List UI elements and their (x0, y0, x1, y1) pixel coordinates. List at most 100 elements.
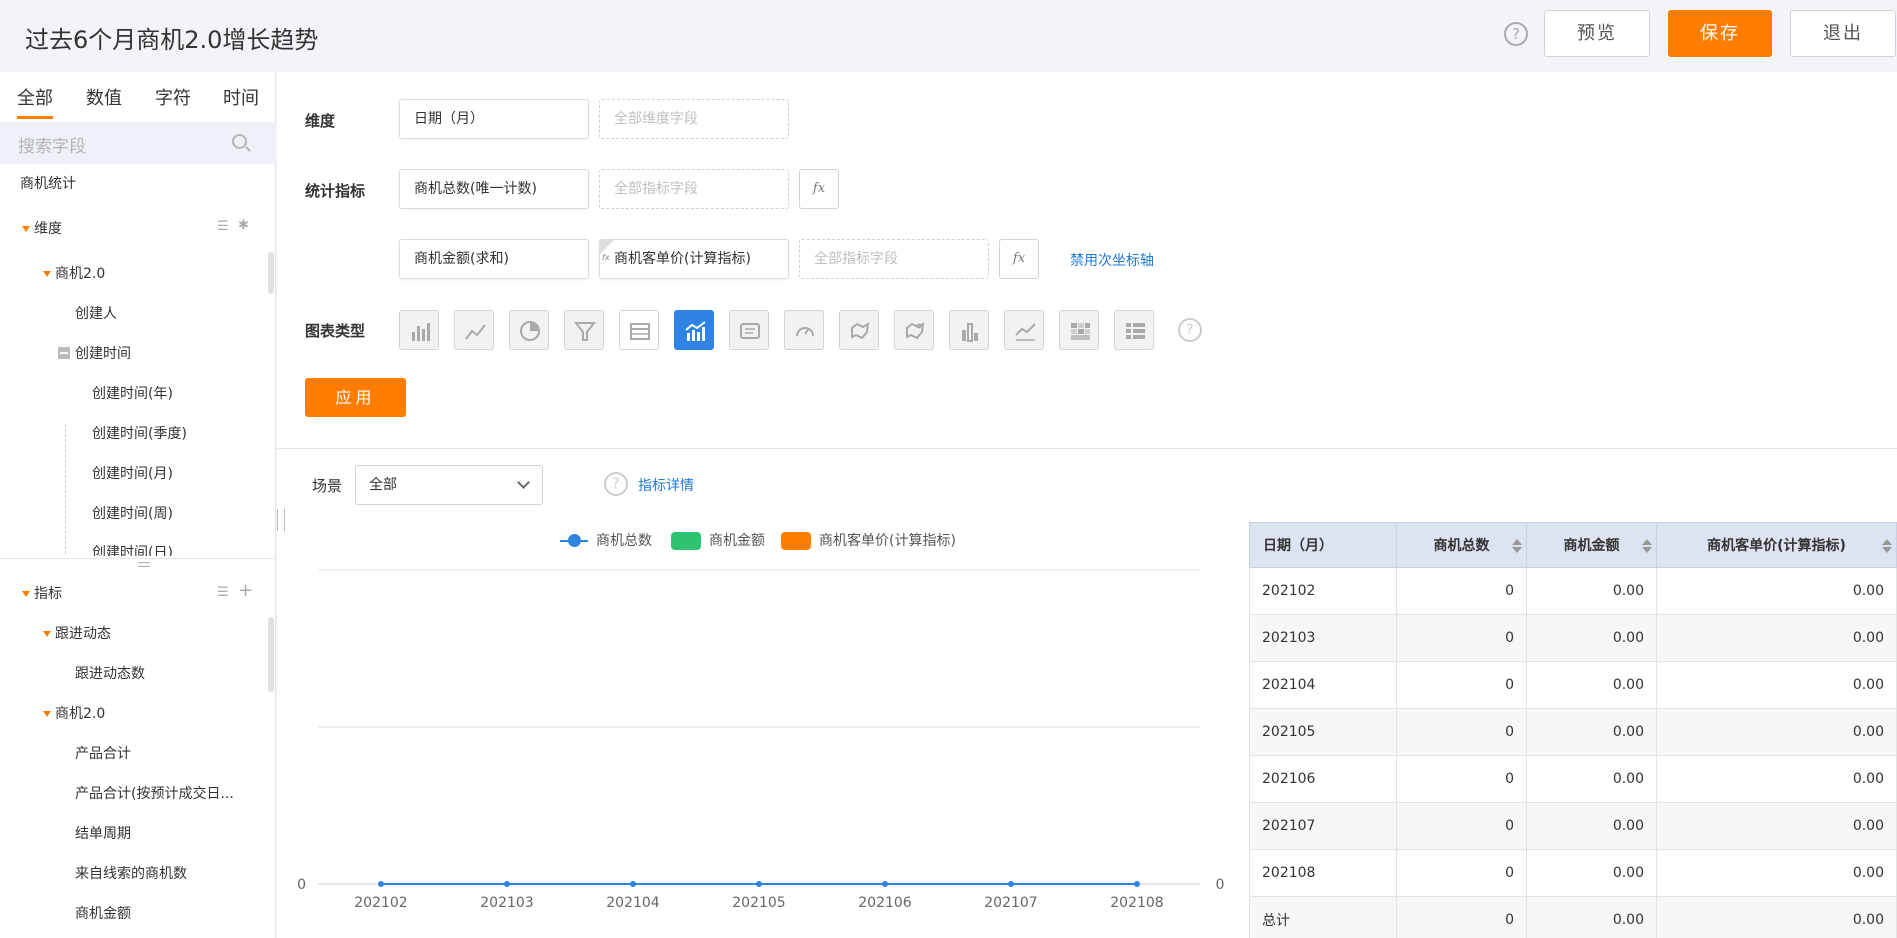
chart-type-help-icon[interactable]: ? (1178, 318, 1202, 342)
help-icon[interactable]: ? (1504, 22, 1528, 46)
field-create-time-week[interactable]: 创建时间(周) (92, 503, 173, 523)
dimension-dropzone[interactable]: 全部维度字段 (599, 99, 789, 139)
followup-group[interactable]: 跟进动态 (43, 623, 111, 643)
dimension-subgroup[interactable]: 商机2.0 (43, 263, 105, 283)
dimension-field[interactable]: 日期（月） (399, 99, 589, 139)
table-icon[interactable] (619, 310, 659, 350)
scene-select[interactable]: 全部 (355, 465, 543, 505)
apply-button[interactable]: 应用 (305, 378, 406, 417)
x-axis-tick-label: 202105 (732, 895, 785, 911)
metric-field-unit-price-label: 商机客单价(计算指标) (614, 251, 751, 267)
field-create-time-quarter[interactable]: 创建时间(季度) (92, 423, 187, 443)
metric-dropzone-2[interactable]: 全部指标字段 (799, 239, 989, 279)
sort-icon[interactable]: ☰ (217, 219, 229, 234)
tab-string[interactable]: 字符 (155, 84, 191, 110)
field-product-total-by-date[interactable]: 产品合计(按预计成交日... (75, 783, 234, 803)
table-cell: 0.00 (1656, 614, 1897, 662)
field-create-time[interactable]: 创建时间 (58, 343, 131, 363)
table-row: 202108 0 0.00 0.00 (1249, 849, 1897, 897)
add-icon[interactable]: + (238, 580, 253, 601)
area-chart-icon[interactable] (1004, 310, 1044, 350)
bar-chart-icon[interactable] (399, 310, 439, 350)
column-header-label: 商机金额 (1563, 538, 1620, 554)
sort-icon[interactable]: ☰ (217, 585, 229, 600)
tab-numeric[interactable]: 数值 (86, 84, 122, 110)
heatmap-icon[interactable] (1059, 310, 1099, 350)
funnel-chart-icon[interactable] (564, 310, 604, 350)
table-row: 202103 0 0.00 0.00 (1249, 614, 1897, 662)
resize-handle[interactable] (277, 509, 285, 531)
field-creator[interactable]: 创建人 (75, 303, 117, 323)
table-cell: 0 (1396, 661, 1527, 709)
metric-details-link[interactable]: 指标详情 (638, 475, 694, 495)
column-header-date[interactable]: 日期（月） (1249, 522, 1397, 568)
fx-icon: fx (602, 253, 610, 262)
exit-button[interactable]: 退出 (1790, 10, 1896, 57)
map-icon[interactable] (839, 310, 879, 350)
tab-time[interactable]: 时间 (223, 84, 259, 110)
field-from-leads[interactable]: 来自线索的商机数 (75, 863, 187, 883)
text-card-icon[interactable] (729, 310, 769, 350)
chevron-down-icon (517, 476, 530, 489)
field-followup-count[interactable]: 跟进动态数 (75, 663, 145, 683)
stacked-bar-icon[interactable] (949, 310, 989, 350)
tab-all[interactable]: 全部 (17, 84, 53, 119)
legend-line-marker (560, 534, 588, 547)
caret-down-icon[interactable] (22, 591, 30, 597)
table-cell: 0.00 (1526, 614, 1657, 662)
table-cell: 0.00 (1526, 896, 1657, 938)
metric-field-amount[interactable]: 商机金额(求和) (399, 239, 589, 279)
gauge-icon[interactable] (784, 310, 824, 350)
dimension-scrollbar[interactable] (268, 252, 274, 294)
preview-button[interactable]: 预览 (1544, 10, 1650, 57)
gear-icon[interactable]: ✱ (238, 218, 249, 233)
combo-chart-icon[interactable] (674, 310, 714, 350)
metric-field-unit-price[interactable]: fx 商机客单价(计算指标) (599, 239, 789, 279)
dimension-group[interactable]: 维度 (22, 218, 62, 238)
metric-field-count[interactable]: 商机总数(唯一计数) (399, 169, 589, 209)
formula-button-2[interactable]: fx (999, 239, 1039, 279)
formula-button[interactable]: fx (799, 169, 839, 209)
table-cell: 202108 (1249, 849, 1397, 897)
stacked-bar-icon-glyph (962, 323, 978, 342)
field-product-total[interactable]: 产品合计 (75, 743, 131, 763)
disable-secondary-axis-link[interactable]: 禁用次坐标轴 (1070, 250, 1154, 270)
table-cell: 0.00 (1656, 708, 1897, 756)
column-header-amount[interactable]: 商机金额 (1526, 522, 1657, 568)
collapse-icon[interactable] (58, 347, 70, 359)
legend-item-amount[interactable]: 商机金额 (671, 530, 765, 550)
column-header-unit-price[interactable]: 商机客单价(计算指标) (1656, 522, 1897, 568)
field-create-time-day[interactable]: 创建时间(日) (92, 542, 173, 556)
metric-group[interactable]: 指标 (22, 583, 62, 603)
field-create-time-year[interactable]: 创建时间(年) (92, 383, 173, 403)
legend-item-unit-price[interactable]: 商机客单价(计算指标) (781, 530, 956, 550)
legend-box-marker (781, 532, 811, 550)
metric-subgroup-label: 商机2.0 (55, 706, 106, 722)
data-point (504, 881, 510, 887)
caret-down-icon[interactable] (43, 271, 51, 277)
metric-dropzone[interactable]: 全部指标字段 (599, 169, 789, 209)
pie-chart-icon[interactable] (509, 310, 549, 350)
column-header-total-count[interactable]: 商机总数 (1396, 522, 1527, 568)
caret-down-icon[interactable] (22, 226, 30, 232)
field-close-cycle[interactable]: 结单周期 (75, 823, 131, 843)
metric-help-icon[interactable]: ? (604, 472, 628, 496)
field-opportunity-amount[interactable]: 商机金额 (75, 903, 131, 923)
table-cell: 0 (1396, 755, 1527, 803)
resize-handle[interactable] (138, 562, 150, 567)
save-button[interactable]: 保存 (1668, 10, 1772, 57)
metric-scrollbar[interactable] (268, 617, 274, 692)
search-icon[interactable] (232, 134, 247, 149)
pivot-table-icon[interactable] (1114, 310, 1154, 350)
scatter-map-icon[interactable] (894, 310, 934, 350)
caret-down-icon[interactable] (43, 631, 51, 637)
field-search[interactable]: 搜索字段 (0, 122, 276, 164)
caret-down-icon[interactable] (43, 711, 51, 717)
data-point (378, 881, 384, 887)
data-point (630, 881, 636, 887)
legend-item-total-count[interactable]: 商机总数 (560, 530, 652, 550)
trend-chart: 0 0 202102 202103 202104 202105 202106 202107 20… (297, 569, 1224, 911)
line-chart-icon[interactable] (454, 310, 494, 350)
metric-subgroup[interactable]: 商机2.0 (43, 703, 105, 723)
field-create-time-month[interactable]: 创建时间(月) (92, 463, 173, 483)
